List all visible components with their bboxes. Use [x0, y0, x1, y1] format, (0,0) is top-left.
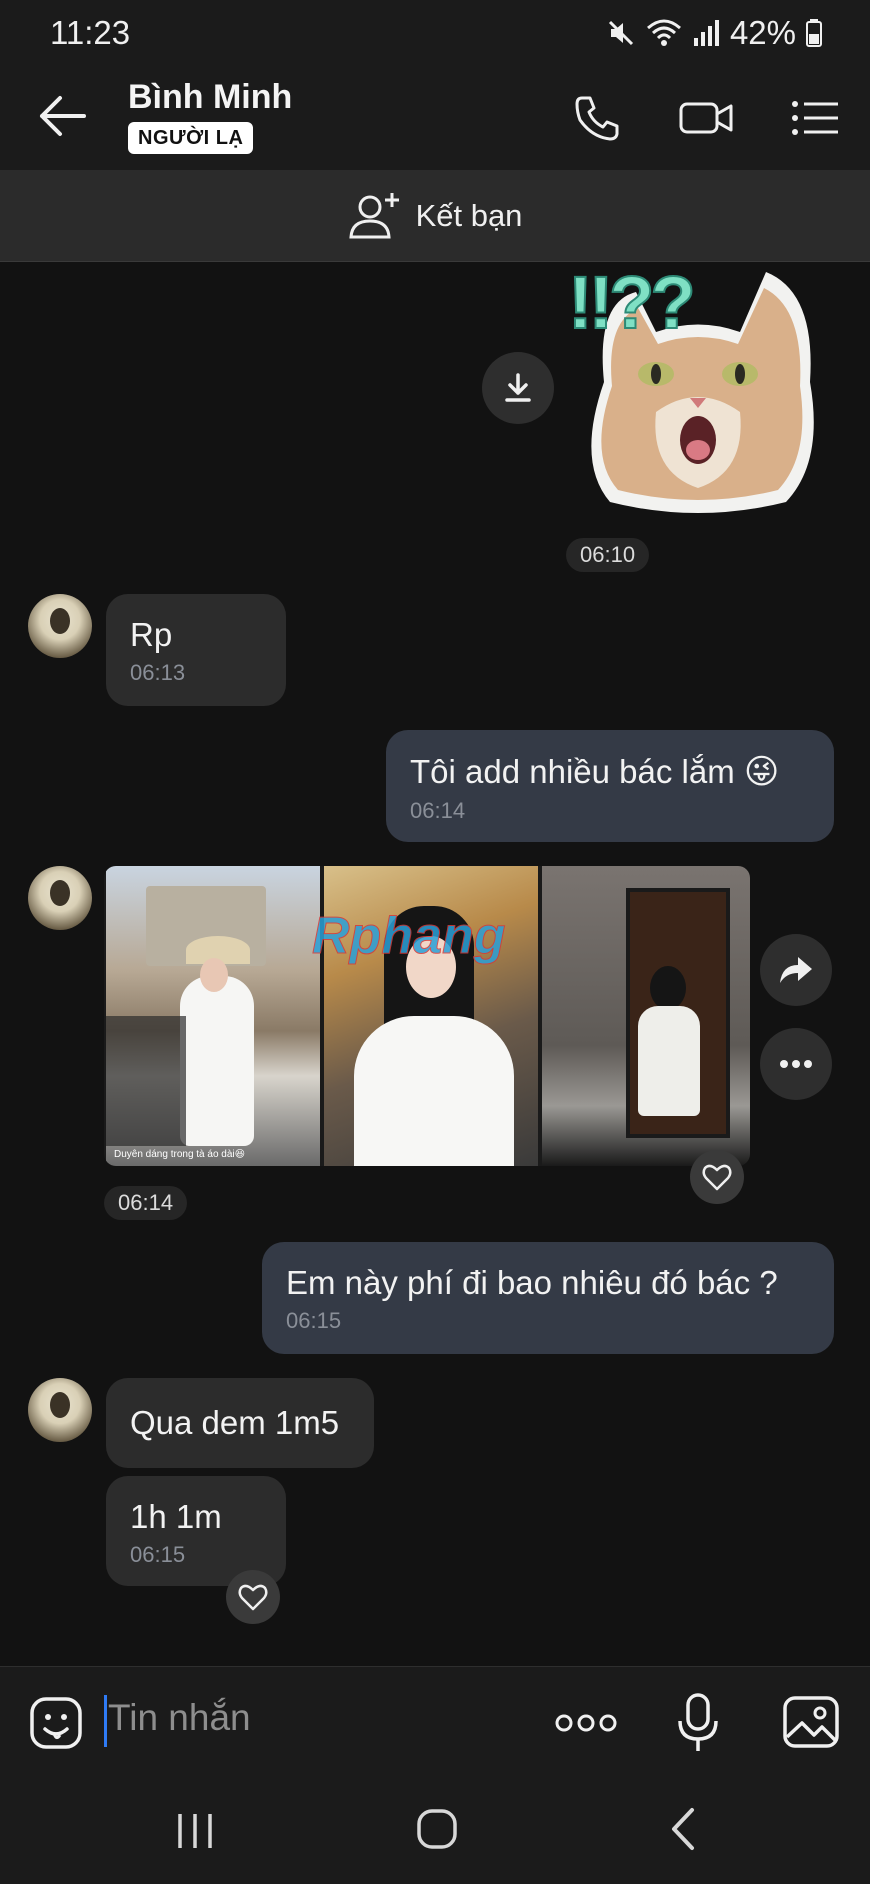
- voice-call-button[interactable]: [570, 90, 626, 146]
- video-call-button[interactable]: [678, 90, 734, 146]
- message-time: 06:15: [130, 1542, 186, 1567]
- download-button[interactable]: [482, 352, 554, 424]
- mic-icon: [678, 1693, 718, 1751]
- message-text: Qua dem 1m5: [130, 1404, 340, 1441]
- photo-caption: Duyên dáng trong tà áo dài😆: [114, 1149, 246, 1160]
- add-friend-button[interactable]: Kết bạn: [0, 170, 870, 262]
- home-icon: [417, 1809, 457, 1849]
- share-icon: [780, 957, 812, 983]
- photo-1[interactable]: Duyên dáng trong tà áo dài😆: [106, 866, 320, 1166]
- photo-album[interactable]: Duyên dáng trong tà áo dài😆 Rphang: [104, 866, 750, 1166]
- avatar[interactable]: [28, 1378, 92, 1442]
- chat-header: Bình Minh NGƯỜI LẠ: [0, 62, 870, 170]
- message-list[interactable]: !!?? 06:10 Rp 06:13 Tôi add nhiều bác lắ…: [0, 262, 870, 1666]
- react-button[interactable]: [226, 1570, 280, 1624]
- recents-button[interactable]: [172, 1808, 218, 1854]
- share-button[interactable]: [760, 934, 832, 1006]
- back-arrow-icon: [40, 96, 86, 136]
- image-icon: [783, 1696, 839, 1748]
- battery-icon: [806, 19, 822, 47]
- contact-name[interactable]: Bình Minh: [128, 78, 292, 117]
- react-button[interactable]: [690, 1150, 744, 1204]
- message-composer: Tin nhắn: [0, 1666, 870, 1778]
- emoji-icon: 😜: [743, 753, 780, 791]
- battery-percent: 42%: [729, 14, 796, 51]
- heart-icon: [702, 1164, 732, 1191]
- more-actions-button[interactable]: [554, 1709, 618, 1737]
- photo-2[interactable]: Rphang: [312, 866, 538, 1166]
- message-text: 1h 1m: [130, 1498, 222, 1535]
- message-time: 06:13: [130, 660, 186, 685]
- avatar[interactable]: [28, 594, 92, 658]
- message-text: Tôi add nhiều bác lắm: [410, 753, 735, 790]
- phone-icon: [575, 96, 619, 141]
- more-dots-icon: [555, 1714, 617, 1732]
- add-friend-label: Kết bạn: [415, 197, 523, 233]
- stranger-badge: NGƯỜI LẠ: [128, 122, 254, 154]
- message-bubble-incoming[interactable]: 1h 1m 06:15: [106, 1476, 286, 1586]
- system-nav-bar: [0, 1778, 870, 1884]
- menu-button[interactable]: [788, 90, 844, 146]
- message-text: Rp: [130, 616, 173, 653]
- gallery-button[interactable]: [782, 1695, 840, 1749]
- sticker-icon: [30, 1697, 82, 1749]
- message-text-row: Tôi add nhiều bác lắm 😜: [410, 752, 810, 792]
- more-icon: [780, 1060, 812, 1068]
- message-bubble-outgoing[interactable]: Tôi add nhiều bác lắm 😜 06:14: [386, 730, 834, 842]
- video-icon: [679, 102, 733, 134]
- message-bubble-incoming[interactable]: Qua dem 1m5: [106, 1378, 374, 1468]
- cat-sticker[interactable]: !!??: [566, 262, 830, 524]
- add-friend-icon: [348, 192, 399, 238]
- nav-back-icon: [672, 1808, 694, 1850]
- nav-back-button[interactable]: [664, 1806, 704, 1852]
- message-text: Em này phí đi bao nhiêu đó bác ?: [286, 1264, 778, 1301]
- message-time: 06:15: [286, 1308, 342, 1333]
- avatar[interactable]: [28, 866, 92, 930]
- recents-icon: [178, 1814, 212, 1848]
- back-button[interactable]: [38, 94, 88, 138]
- voice-button[interactable]: [676, 1693, 720, 1753]
- mute-icon: [608, 20, 633, 46]
- message-bubble-incoming[interactable]: Rp 06:13: [106, 594, 286, 706]
- menu-icon: [792, 101, 838, 135]
- watermark-text: Rphang: [312, 907, 507, 966]
- status-icons: 42%: [606, 14, 822, 52]
- message-input[interactable]: Tin nhắn: [108, 1697, 251, 1739]
- home-button[interactable]: [414, 1806, 460, 1852]
- more-options-button[interactable]: [760, 1028, 832, 1100]
- wifi-icon: [646, 19, 681, 46]
- signal-icon: [693, 20, 719, 46]
- status-time: 11:23: [50, 14, 131, 51]
- sticker-button[interactable]: [28, 1695, 84, 1751]
- photo-3[interactable]: [542, 866, 750, 1166]
- text-caret: [104, 1695, 107, 1747]
- message-time: 06:14: [104, 1186, 188, 1220]
- download-icon: [505, 373, 531, 402]
- message-time: 06:14: [410, 798, 466, 823]
- sticker-text: !!??: [567, 262, 697, 345]
- message-bubble-outgoing[interactable]: Em này phí đi bao nhiêu đó bác ? 06:15: [262, 1242, 834, 1354]
- message-time: 06:10: [566, 538, 650, 572]
- heart-icon: [238, 1584, 268, 1611]
- status-bar: 11:23 42%: [0, 0, 870, 62]
